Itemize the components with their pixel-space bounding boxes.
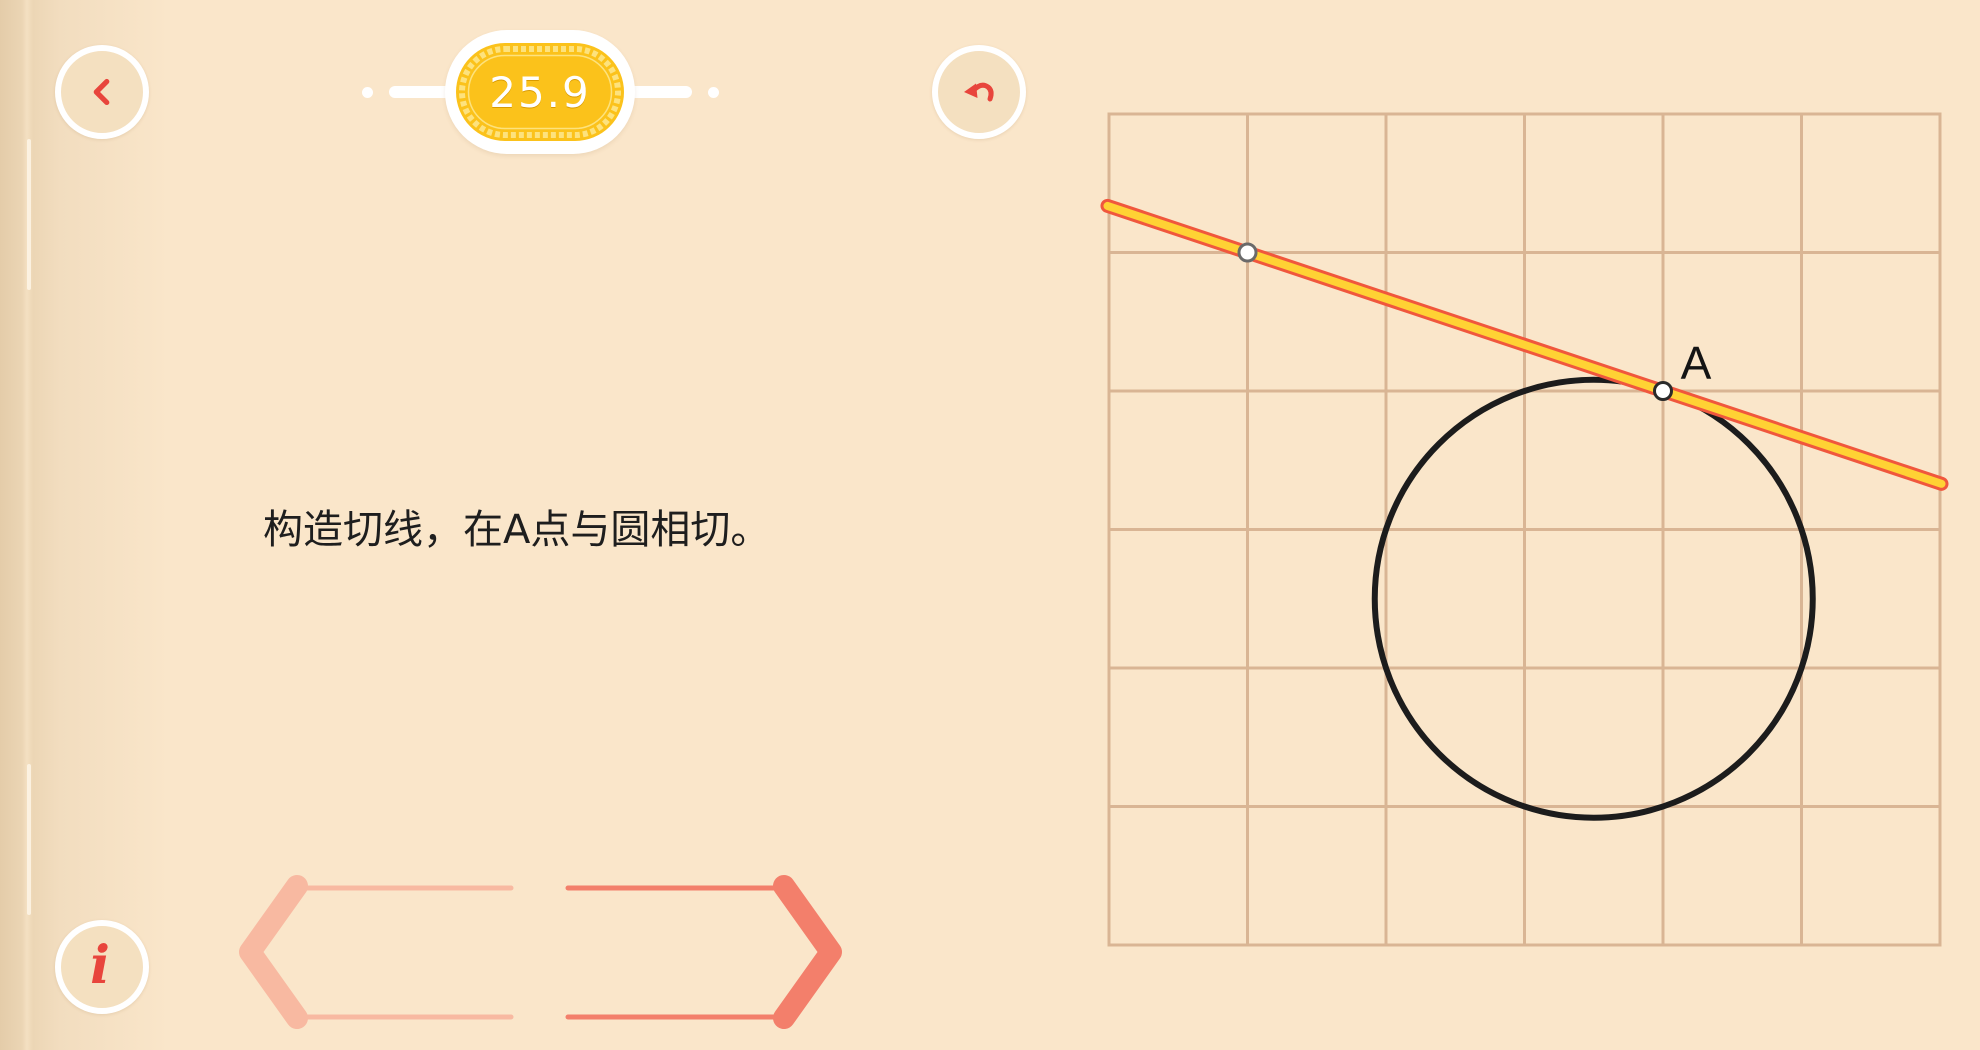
previous-arrow (239, 875, 514, 1029)
point-a-label: A (1681, 337, 1712, 389)
book-spine-shadow (0, 0, 170, 1050)
given-circle[interactable] (1371, 376, 1816, 821)
level-rail-left (389, 86, 453, 98)
undo-button[interactable] (932, 45, 1026, 139)
point-a[interactable] (1653, 381, 1673, 401)
level-rail-dot-left (361, 86, 373, 98)
previous-level-button[interactable] (225, 866, 525, 1038)
level-rail-right (627, 86, 692, 98)
grid (1107, 112, 1942, 947)
level-badge-medallion: 25.9 (456, 43, 624, 141)
spine-highlight (27, 764, 31, 915)
level-badge[interactable]: 25.9 (445, 30, 635, 154)
level-number: 25.9 (489, 67, 591, 117)
spine-highlight (27, 139, 31, 290)
next-level-button[interactable] (555, 866, 855, 1038)
next-arrow (565, 875, 842, 1029)
info-icon: i (90, 935, 110, 996)
info-button[interactable]: i (55, 920, 149, 1014)
chevron-right-icon (773, 875, 842, 1029)
line-point[interactable] (1237, 242, 1258, 263)
level-rail-dot-right (707, 86, 719, 98)
chevron-left-icon (239, 875, 308, 1029)
back-button[interactable] (55, 45, 149, 139)
task-instruction: 构造切线，在A点与圆相切。 (263, 507, 771, 553)
undo-icon (964, 82, 994, 102)
construction-board[interactable]: A (1090, 100, 1960, 960)
chevron-left-icon (93, 78, 110, 106)
